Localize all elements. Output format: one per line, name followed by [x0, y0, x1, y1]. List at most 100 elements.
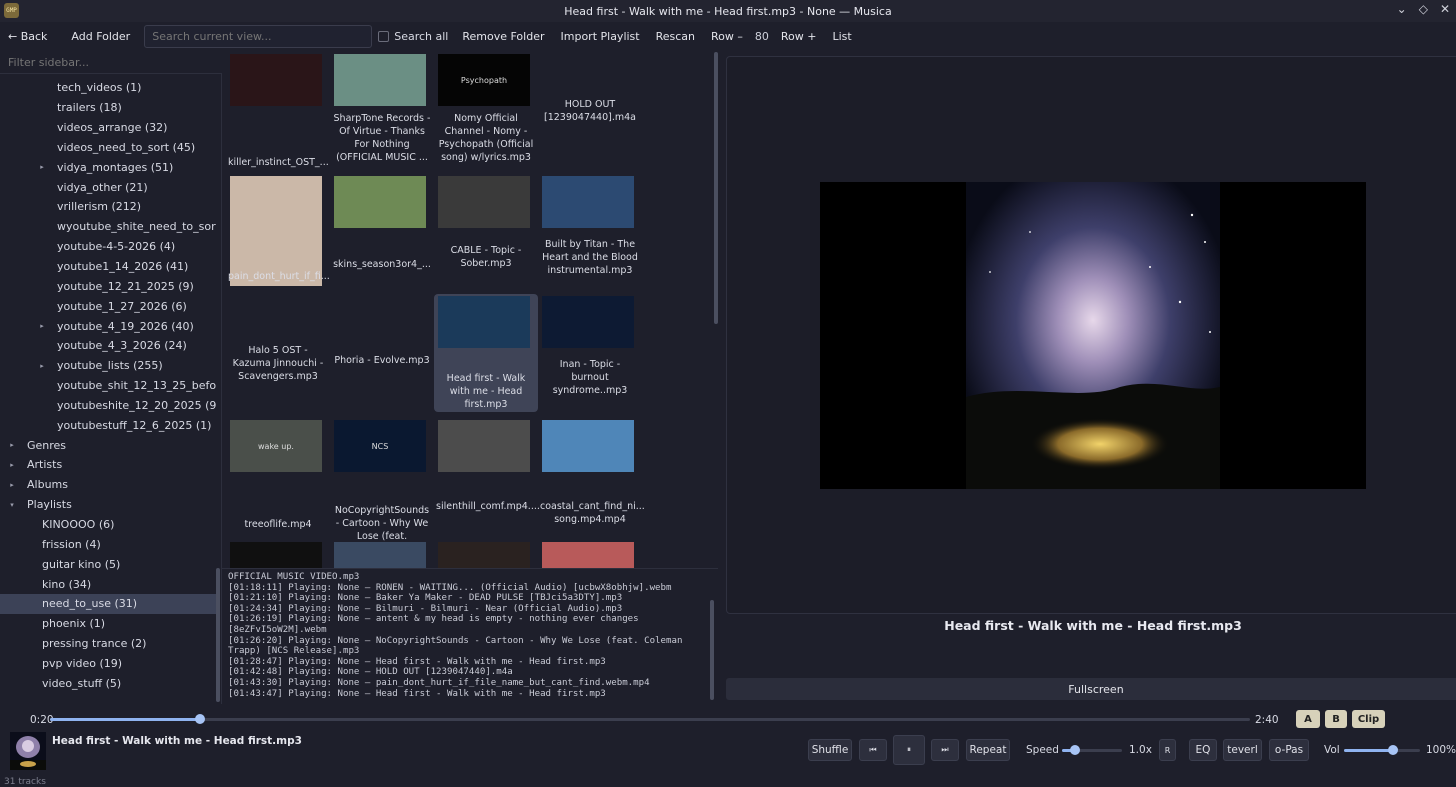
sidebar-item[interactable]: youtube1_14_2026 (41) [0, 257, 216, 277]
media-card[interactable] [538, 540, 642, 568]
sidebar-item[interactable]: youtube_12_21_2025 (9) [0, 276, 216, 296]
media-card[interactable]: Psychopath Nomy Official Channel - Nomy -… [434, 52, 538, 170]
sidebar-item[interactable]: vrillerism (212) [0, 197, 216, 217]
sidebar-item[interactable]: youtubestuff_12_6_2025 (1) [0, 415, 216, 435]
remove-folder-button[interactable]: Remove Folder [454, 24, 552, 48]
sidebar-item[interactable]: ▸ Genres [0, 435, 216, 455]
collapsed-arrow-icon[interactable]: ▸ [37, 362, 47, 370]
reverb-button[interactable]: teverl [1223, 739, 1262, 761]
back-button[interactable]: ← Back [0, 24, 55, 48]
sidebar-item[interactable]: ▾ Playlists [0, 495, 216, 515]
media-card[interactable]: Halo 5 OST - Kazuma Jinnouchi - Scavenge… [226, 294, 330, 412]
video-frame[interactable] [820, 182, 1366, 489]
media-card[interactable]: HOLD OUT [1239047440].m4a [538, 52, 642, 170]
collapsed-arrow-icon[interactable]: ▸ [37, 163, 47, 171]
media-card[interactable]: wake up. treeoflife.mp4 [226, 418, 330, 536]
media-card[interactable]: coastal_cant_find_ni... song.mp4.mp4 [538, 418, 645, 536]
row-minus-button[interactable]: Row – [703, 24, 751, 48]
volume-slider[interactable] [1344, 745, 1420, 755]
sidebar-item[interactable]: youtube_shit_12_13_25_befor... [0, 376, 216, 396]
sidebar-item[interactable]: pvp video (19) [0, 653, 216, 673]
sidebar-item[interactable]: video_stuff (5) [0, 673, 216, 693]
media-card[interactable]: Built by Titan - The Heart and the Blood… [538, 174, 642, 292]
sidebar-item[interactable]: guitar kino (5) [0, 554, 216, 574]
minimize-icon[interactable]: ⌄ [1397, 2, 1407, 16]
sidebar-item[interactable]: ▸ youtube_4_19_2026 (40) [0, 316, 216, 336]
media-card[interactable]: Phoria - Evolve.mp3 [330, 294, 434, 412]
sidebar-item-label: youtube_4_19_2026 (40) [57, 319, 194, 333]
auto-pass-button[interactable]: o-Pas [1269, 739, 1309, 761]
shuffle-button[interactable]: Shuffle [808, 739, 852, 761]
sidebar-item[interactable]: youtube_1_27_2026 (6) [0, 296, 216, 316]
media-card[interactable] [434, 540, 538, 568]
speed-handle[interactable] [1070, 745, 1081, 755]
media-card[interactable]: skins_season3or4_... [330, 174, 434, 292]
search-all-checkbox[interactable] [378, 30, 390, 42]
seek-track[interactable] [50, 714, 1250, 724]
rescan-button[interactable]: Rescan [648, 24, 703, 48]
list-view-button[interactable]: List [825, 24, 860, 48]
repeat-button[interactable]: Repeat [966, 739, 1010, 761]
collapsed-arrow-icon[interactable]: ▸ [7, 481, 17, 489]
grid-scrollbar[interactable] [714, 52, 718, 324]
thumbnail-image [438, 176, 530, 228]
collapsed-arrow-icon[interactable]: ▸ [7, 441, 17, 449]
media-card[interactable]: CABLE - Topic - Sober.mp3 [434, 174, 538, 292]
media-card[interactable]: SharpTone Records - Of Virtue - Thanks F… [330, 52, 434, 170]
clip-button[interactable]: Clip [1352, 710, 1385, 728]
sidebar-item-label: video_stuff (5) [42, 676, 122, 690]
sidebar-item[interactable]: ▸ Albums [0, 475, 216, 495]
sidebar-scrollbar[interactable] [216, 568, 220, 702]
sidebar-item[interactable]: KINOOOO (6) [0, 515, 216, 535]
sidebar-item[interactable]: pressing trance (2) [0, 634, 216, 654]
sidebar-item[interactable]: youtube_4_3_2026 (24) [0, 336, 216, 356]
row-plus-button[interactable]: Row + [773, 24, 825, 48]
thumbnail-image [230, 54, 322, 106]
search-input[interactable] [144, 24, 373, 48]
log-scrollbar[interactable] [710, 600, 714, 700]
sidebar-item[interactable]: videos_arrange (32) [0, 118, 216, 138]
sidebar-item[interactable]: videos_need_to_sort (45) [0, 138, 216, 158]
media-card[interactable] [226, 540, 330, 568]
search-all-toggle[interactable]: Search all [378, 30, 448, 43]
expanded-arrow-icon[interactable]: ▾ [7, 501, 17, 509]
pause-icon[interactable]: ⏸ [893, 735, 925, 765]
speed-reset-icon[interactable]: R [1159, 739, 1176, 761]
media-card[interactable]: Inan - Topic - burnout syndrome..mp3 [538, 294, 642, 412]
sidebar-filter-input[interactable] [0, 52, 222, 74]
sidebar-item[interactable]: frission (4) [0, 534, 216, 554]
seek-handle[interactable] [195, 714, 205, 724]
sidebar-item[interactable]: tech_videos (1) [0, 78, 216, 98]
media-card[interactable]: pain_dont_hurt_if_fi... [226, 174, 330, 292]
collapsed-arrow-icon[interactable]: ▸ [37, 322, 47, 330]
media-card[interactable]: silenthill_comf.mp4.... [434, 418, 540, 536]
sidebar-item[interactable]: ▸ youtube_lists (255) [0, 356, 216, 376]
sidebar-item[interactable]: ▸ Artists [0, 455, 216, 475]
sidebar-item[interactable]: need_to_use (31) [0, 593, 216, 614]
next-icon[interactable]: ⏭ [931, 739, 959, 761]
media-card[interactable]: Head first - Walk with me - Head first.m… [434, 294, 538, 412]
sidebar-item[interactable]: ▸ vidya_montages (51) [0, 157, 216, 177]
fullscreen-button[interactable]: Fullscreen [726, 678, 1456, 700]
media-card[interactable]: NCS NoCopyrightSounds - Cartoon - Why We … [330, 418, 434, 555]
speed-slider[interactable] [1062, 745, 1122, 755]
previous-icon[interactable]: ⏮ [859, 739, 887, 761]
loop-b-button[interactable]: B [1325, 710, 1347, 728]
sidebar-item[interactable]: trailers (18) [0, 98, 216, 118]
media-card[interactable]: killer_instinct_OST_... [226, 52, 330, 170]
eq-button[interactable]: EQ [1189, 739, 1217, 761]
volume-handle[interactable] [1388, 745, 1399, 755]
maximize-icon[interactable]: ◇ [1419, 2, 1428, 16]
sidebar-item[interactable]: kino (34) [0, 574, 216, 594]
sidebar-item[interactable]: wyoutube_shite_need_to_sort... [0, 217, 216, 237]
sidebar-item[interactable]: phoenix (1) [0, 614, 216, 634]
sidebar-item[interactable]: youtubeshite_12_20_2025 (9) [0, 396, 216, 416]
import-playlist-button[interactable]: Import Playlist [553, 24, 648, 48]
loop-a-button[interactable]: A [1296, 710, 1320, 728]
collapsed-arrow-icon[interactable]: ▸ [7, 461, 17, 469]
sidebar-item[interactable]: vidya_other (21) [0, 177, 216, 197]
sidebar-item[interactable]: youtube-4-5-2026 (4) [0, 237, 216, 257]
close-icon[interactable]: ✕ [1440, 2, 1450, 16]
media-card[interactable] [330, 540, 434, 568]
add-folder-button[interactable]: Add Folder [63, 24, 138, 48]
